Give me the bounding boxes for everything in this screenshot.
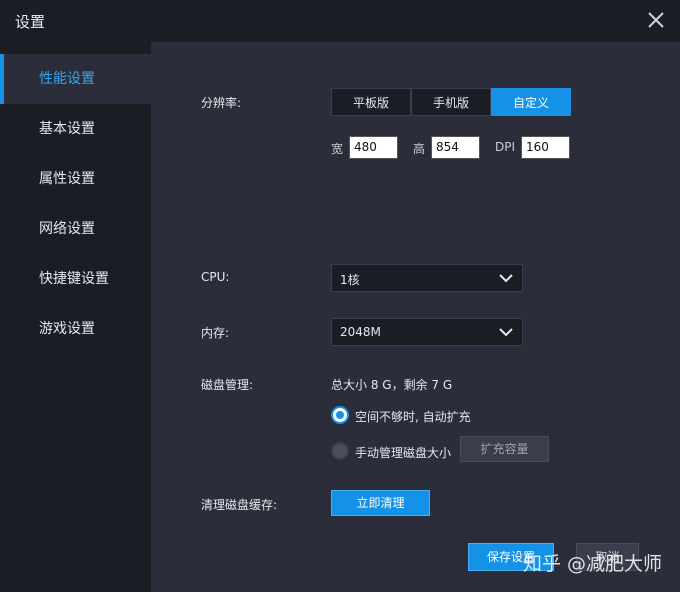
cpu-select[interactable]: 1核 <box>331 264 523 292</box>
sidebar-item-label: 性能设置 <box>39 71 95 87</box>
cpu-select-value: 1核 <box>340 273 360 287</box>
disk-summary: 总大小 8 G，剩余 7 G <box>331 378 453 392</box>
sidebar-item-label: 属性设置 <box>39 171 95 187</box>
cpu-label: CPU: <box>201 270 230 284</box>
memory-select-value: 2048M <box>340 325 381 339</box>
disk-auto-radio[interactable] <box>331 406 349 424</box>
resolution-label: 分辨率: <box>201 96 242 110</box>
sidebar-item-properties[interactable]: 属性设置 <box>0 154 151 204</box>
sidebar-item-shortcuts[interactable]: 快捷键设置 <box>0 254 151 304</box>
title-bar: 设置 <box>0 0 680 42</box>
settings-panel: 分辨率: 平板版 手机版 自定义 宽 480 高 854 DPI 160 CPU… <box>151 42 680 592</box>
clear-cache-button[interactable]: 立即清理 <box>331 490 430 516</box>
sidebar-item-label: 快捷键设置 <box>39 271 109 287</box>
disk-label: 磁盘管理: <box>201 378 254 392</box>
resolution-tablet-button[interactable]: 平板版 <box>331 88 411 116</box>
chevron-down-icon <box>499 328 513 337</box>
sidebar-item-label: 游戏设置 <box>39 321 95 337</box>
resolution-segmented-control: 平板版 手机版 自定义 <box>331 88 571 116</box>
cache-label: 清理磁盘缓存: <box>201 498 278 512</box>
dpi-label: DPI <box>495 140 516 154</box>
disk-auto-label[interactable]: 空间不够时, 自动扩充 <box>355 408 471 425</box>
sidebar: 性能设置 基本设置 属性设置 网络设置 快捷键设置 游戏设置 <box>0 42 151 592</box>
disk-manual-radio[interactable] <box>331 442 349 460</box>
watermark: 知乎 @减肥大师 <box>522 553 662 575</box>
height-field[interactable]: 854 <box>431 136 480 159</box>
sidebar-item-performance[interactable]: 性能设置 <box>0 54 151 104</box>
width-field[interactable]: 480 <box>349 136 398 159</box>
sidebar-item-label: 基本设置 <box>39 121 95 137</box>
dpi-field[interactable]: 160 <box>521 136 570 159</box>
memory-select[interactable]: 2048M <box>331 318 523 346</box>
resolution-phone-button[interactable]: 手机版 <box>411 88 491 116</box>
sidebar-item-basic[interactable]: 基本设置 <box>0 104 151 154</box>
sidebar-item-network[interactable]: 网络设置 <box>0 204 151 254</box>
expand-capacity-button[interactable]: 扩充容量 <box>460 436 549 462</box>
memory-label: 内存: <box>201 326 230 340</box>
resolution-custom-button[interactable]: 自定义 <box>491 88 571 116</box>
disk-manual-label[interactable]: 手动管理磁盘大小 <box>355 444 451 461</box>
sidebar-item-label: 网络设置 <box>39 221 95 237</box>
chevron-down-icon <box>499 274 513 283</box>
width-label: 宽 <box>331 142 344 156</box>
height-label: 高 <box>413 142 426 156</box>
close-icon[interactable] <box>642 6 670 34</box>
sidebar-item-game[interactable]: 游戏设置 <box>0 304 151 354</box>
window-title: 设置 <box>15 13 46 31</box>
